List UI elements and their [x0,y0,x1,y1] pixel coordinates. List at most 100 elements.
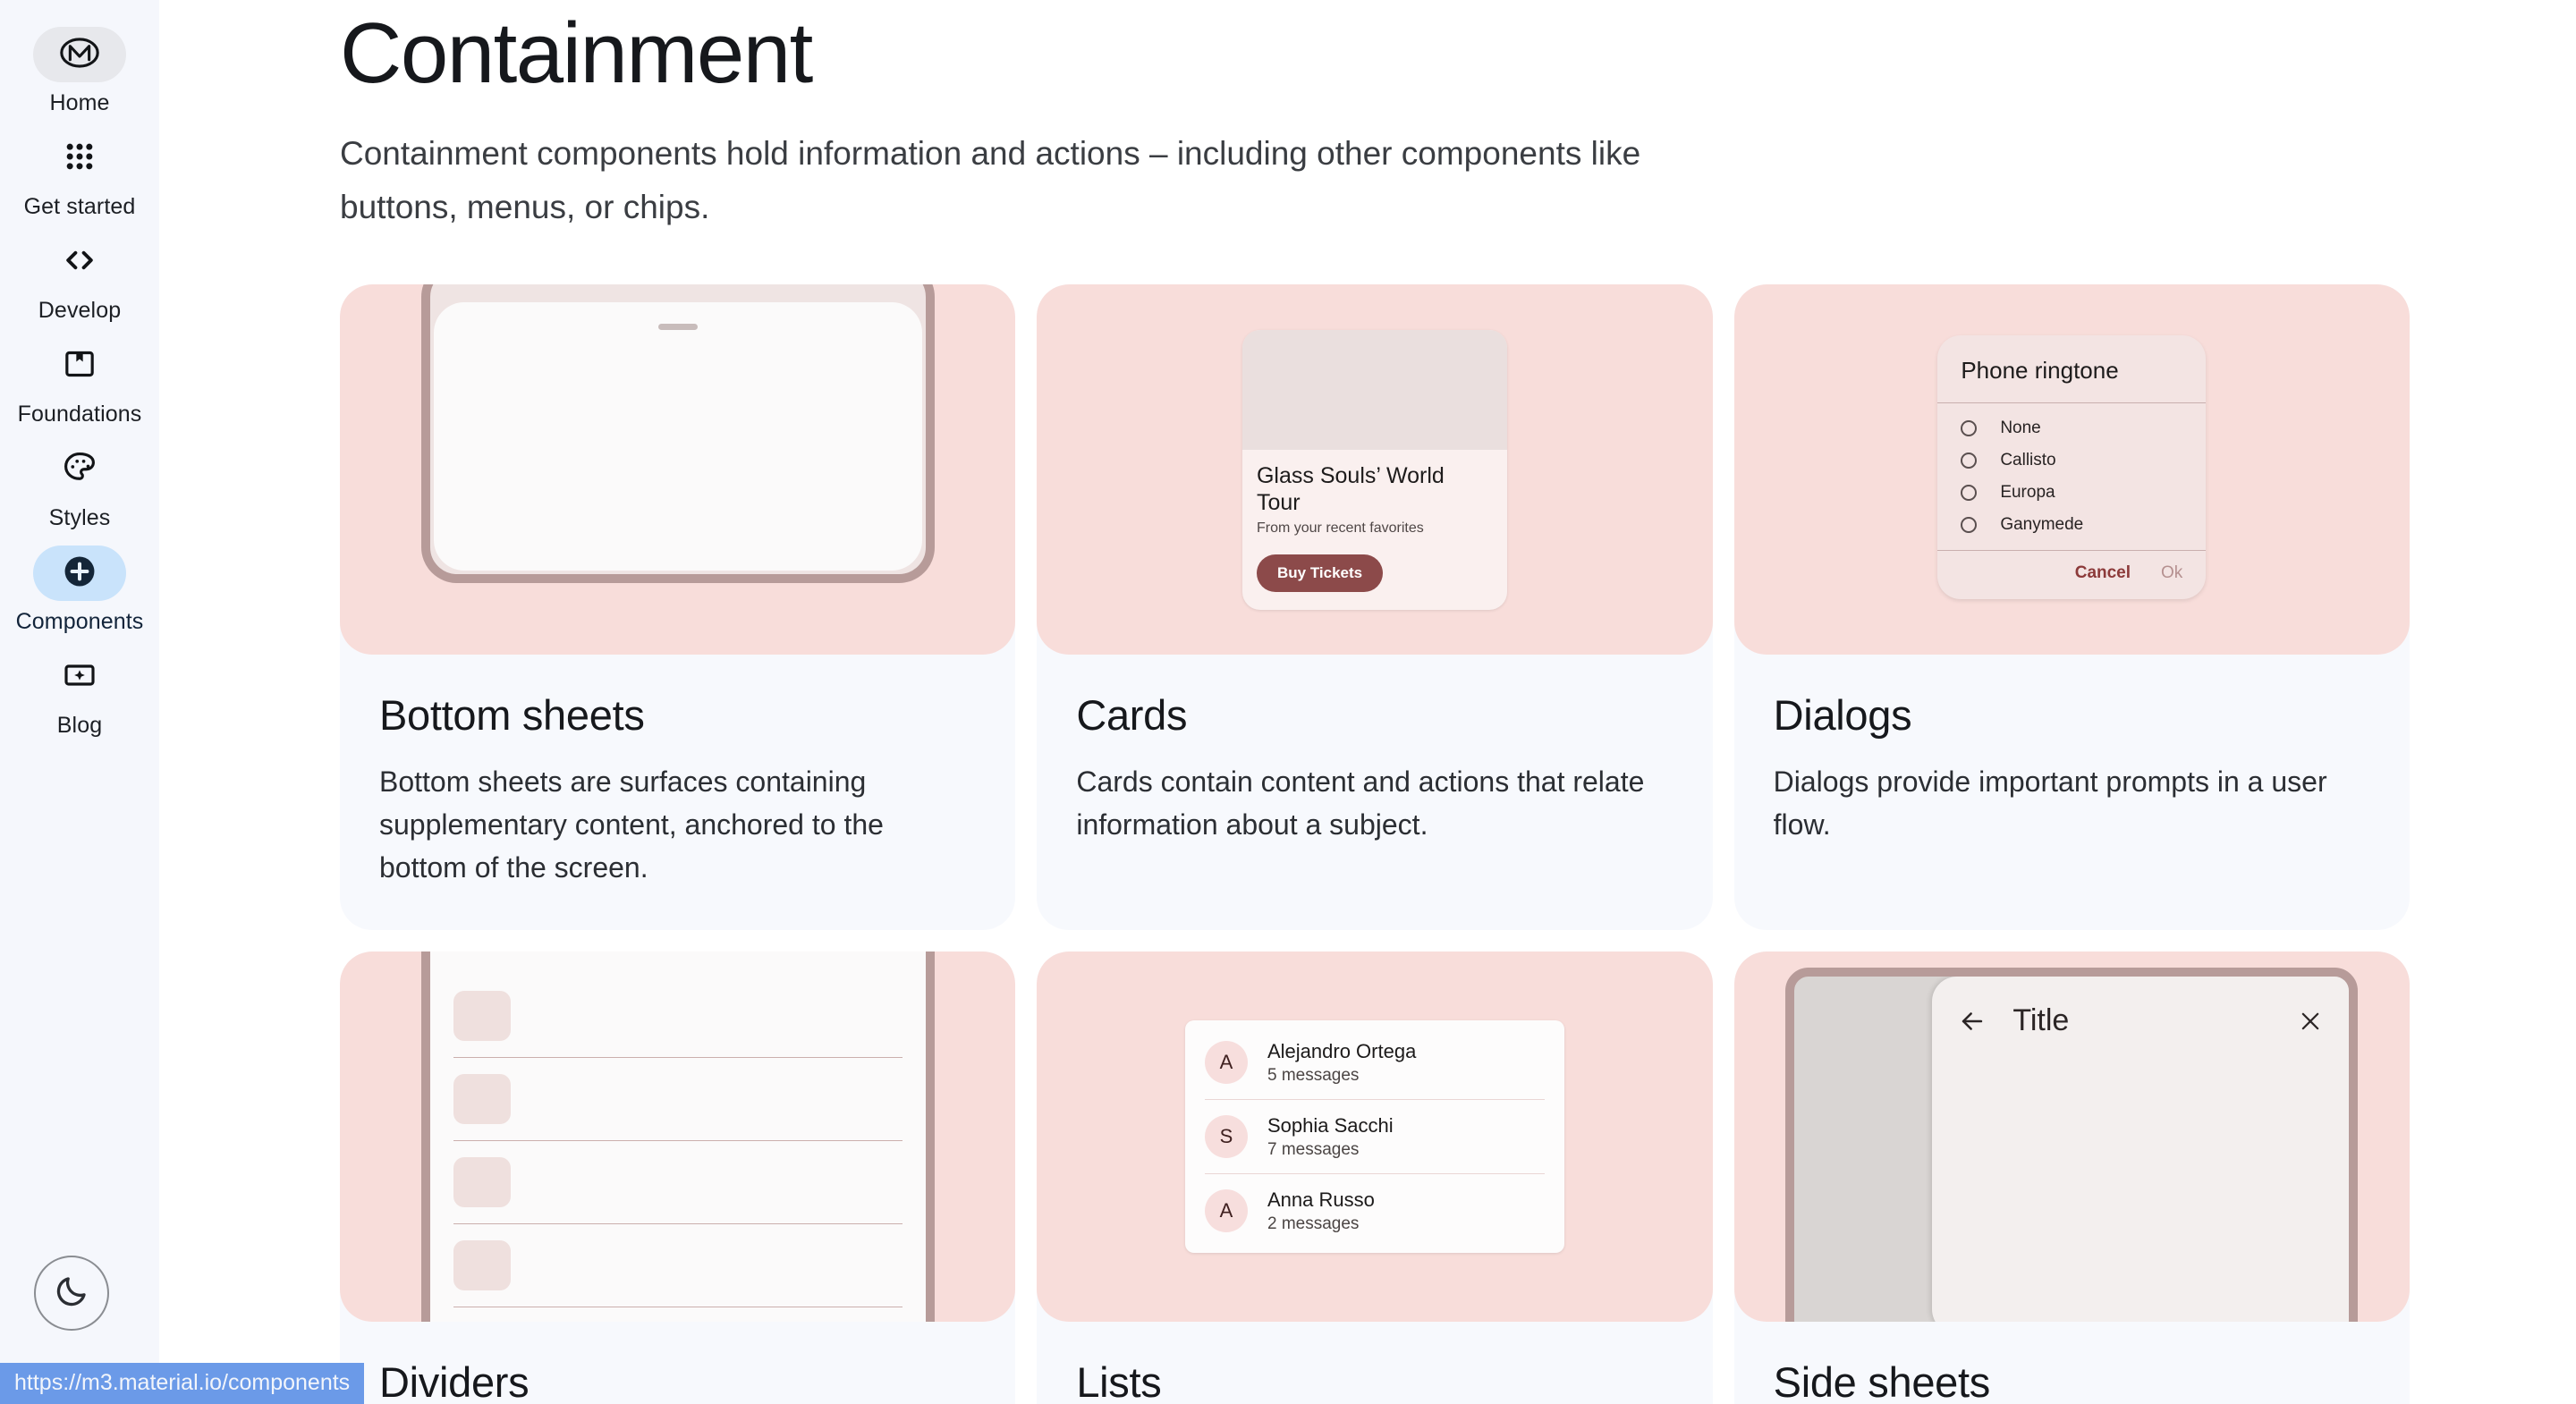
radio-button-icon[interactable] [1961,419,1978,436]
palette-icon [61,449,98,491]
card-description: Cards contain content and actions that r… [1076,765,1645,841]
radio-button-icon[interactable] [1961,484,1978,501]
sidebar-pill-get-started [33,131,126,186]
bookmark-box-icon [62,346,97,386]
component-card-dividers[interactable]: Dividers [340,952,1016,1404]
sidebar-item-styles[interactable]: Styles [0,436,159,540]
radio-option-label: None [2000,418,2041,437]
card-content: Glass Souls’ World Tour From your recent… [1242,450,1507,610]
sidebar-item-components[interactable]: Components [0,540,159,644]
card-body: Cards Cards contain content and actions … [1037,655,1712,887]
list-item-subtitle: 2 messages [1267,1214,1360,1233]
card-media-placeholder [1241,329,1507,450]
sidebar-item-label: Blog [56,713,103,738]
list-item-text: Sophia Sacchi 7 messages [1267,1113,1394,1160]
dialog-ok-button[interactable]: Ok [2161,563,2182,583]
list-item-name: Anna Russo [1267,1188,1375,1211]
sidebar-item-label: Get started [23,194,136,219]
list-item-subtitle: 5 messages [1267,1066,1360,1085]
side-sheet-title: Title [2012,1003,2070,1037]
example-dialog: Phone ringtone None Callisto Europa Gany… [1937,334,2207,599]
list-item [453,1307,902,1322]
content-wrapper: Containment Containment components hold … [159,0,2576,1404]
dialog-option-list: None Callisto Europa Ganymede [1937,403,2206,550]
avatar: S [1204,1115,1248,1158]
radio-option-label: Ganymede [2000,514,2084,534]
example-card-title: Glass Souls’ World Tour [1256,462,1445,515]
device-frame [420,284,935,583]
card-body: Side sheets [1734,1322,2410,1404]
device-frame [420,952,935,1322]
code-brackets-icon [60,241,99,284]
thumbnail-placeholder [453,991,511,1041]
card-body: Lists [1037,1322,1712,1404]
sidebar-item-develop[interactable]: Develop [0,229,159,333]
dialog-title: Phone ringtone [1937,335,2207,403]
card-body: Dividers [340,1322,1015,1404]
grid-dots-icon [62,139,97,179]
close-icon[interactable] [2297,1008,2324,1035]
example-list: A Alejandro Ortega 5 messages S Sophia S… [1184,1020,1564,1253]
list-item[interactable]: A Alejandro Ortega 5 messages [1185,1026,1564,1099]
card-body: Bottom sheets Bottom sheets are surfaces… [340,655,1015,930]
thumbnail-placeholder [453,1074,511,1124]
list-item[interactable]: S Sophia Sacchi 7 messages [1185,1100,1564,1173]
radio-button-icon[interactable] [1961,516,1978,533]
buy-tickets-button[interactable]: Buy Tickets [1256,554,1384,592]
component-card-side-sheets[interactable]: Title Side sheets [1733,952,2410,1404]
sidebar-pill-foundations [33,338,126,393]
drag-handle-icon [657,324,698,330]
preview-side-sheets: Title [1733,952,2410,1322]
page-title: Containment [340,5,813,101]
component-grid: Bottom sheets Bottom sheets are surfaces… [340,284,2410,1404]
sidebar-item-label: Styles [48,505,111,530]
sidebar-item-label: Home [49,90,110,115]
list-item-text: Anna Russo 2 messages [1267,1188,1375,1234]
device-frame: Title [1785,968,2359,1322]
radio-button-icon[interactable] [1961,452,1978,469]
sidebar-pill-home [33,27,126,82]
sidebar-item-label: Develop [38,298,122,323]
card-description: Dialogs provide important prompts in a u… [1773,765,2327,841]
card-title: Dialogs [1773,691,1912,739]
dark-mode-icon [53,1273,90,1315]
radio-option-row[interactable]: Ganymede [1937,509,2206,541]
list-item[interactable]: A Anna Russo 2 messages [1185,1174,1564,1248]
sidebar-pill-components [33,546,126,601]
status-bar-url: https://m3.material.io/components [0,1363,365,1404]
page-subtitle: Containment components hold information … [340,135,1641,225]
list-item [453,975,902,1057]
component-card-lists[interactable]: A Alejandro Ortega 5 messages S Sophia S… [1037,952,1713,1404]
sidebar-pill-develop [33,234,126,290]
preview-dividers [340,952,1016,1322]
sparkle-box-icon [62,657,97,698]
radio-option-row[interactable]: Europa [1937,477,2206,509]
side-sheet-surface: Title [1932,977,2350,1322]
sidebar-item-label: Foundations [17,402,142,427]
preview-bottom-sheets [340,284,1016,655]
list-item [453,1141,902,1223]
sidebar-item-blog[interactable]: Blog [0,644,159,748]
sidebar-item-label: Components [15,609,144,634]
component-card-dialogs[interactable]: Phone ringtone None Callisto Europa Gany… [1733,284,2410,930]
radio-option-row[interactable]: Callisto [1937,444,2206,477]
preview-dialogs: Phone ringtone None Callisto Europa Gany… [1733,284,2410,655]
sidebar-pill-styles [33,442,126,497]
radio-option-label: Callisto [2000,450,2056,469]
bottom-sheet-surface [433,302,922,571]
component-card-cards[interactable]: Glass Souls’ World Tour From your recent… [1037,284,1713,930]
radio-option-row[interactable]: None [1937,412,2206,444]
dark-mode-toggle-button[interactable] [34,1256,109,1331]
list-item [453,1058,902,1140]
sidebar-item-home[interactable]: Home [0,21,159,125]
card-title: Cards [1076,691,1188,739]
radio-option-label: Europa [2000,482,2055,502]
sidebar-item-foundations[interactable]: Foundations [0,333,159,436]
sidebar-pill-blog [33,649,126,705]
thumbnail-placeholder [453,1157,511,1207]
list-item [453,1224,902,1307]
arrow-back-icon[interactable] [1957,1006,1987,1036]
dialog-cancel-button[interactable]: Cancel [2075,563,2131,583]
component-card-bottom-sheets[interactable]: Bottom sheets Bottom sheets are surfaces… [340,284,1016,930]
sidebar-item-get-started[interactable]: Get started [0,125,159,229]
